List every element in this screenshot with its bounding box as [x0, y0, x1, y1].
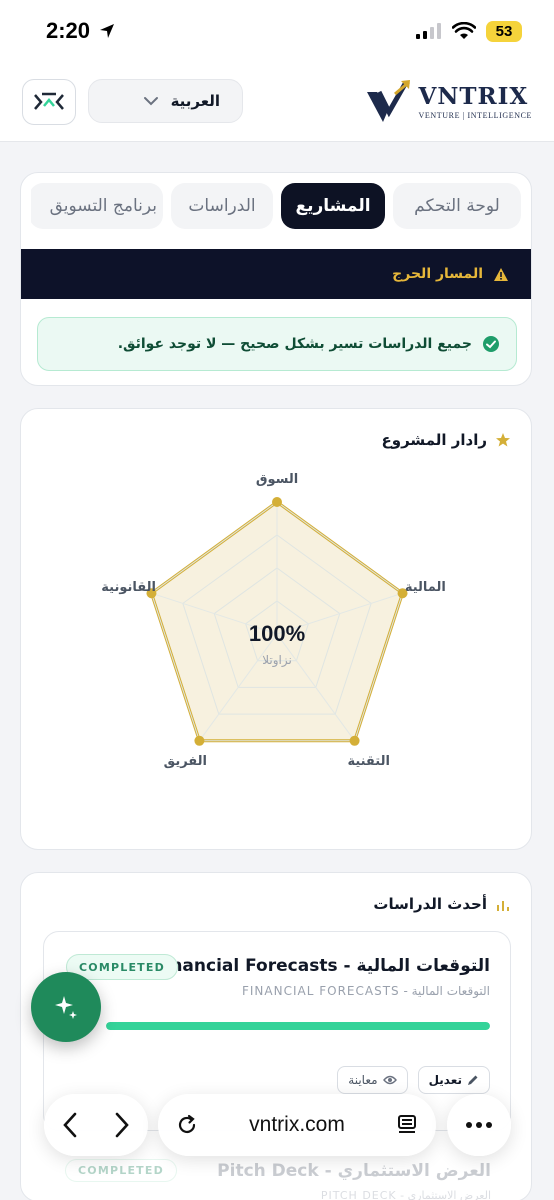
- radar-point: [272, 497, 282, 507]
- status-icons: 53: [416, 20, 522, 42]
- battery-indicator: 53: [486, 20, 522, 42]
- tab-marketing-program[interactable]: برنامج التسويق: [31, 183, 163, 229]
- project-radar-card: رادار المشروع السوق المالية التقنية الفريق ا…: [20, 408, 532, 850]
- wifi-icon: [452, 22, 476, 39]
- study-subtitle: التوقعات المالية - FINANCIAL FORECASTS: [241, 984, 490, 998]
- critical-path-title: المسار الحرج: [392, 266, 483, 282]
- sparkle-icon: [55, 996, 77, 1019]
- ai-assistant-button[interactable]: [31, 972, 101, 1042]
- brand-logo[interactable]: VNTRIX VENTURE | INTELLIGENCE: [365, 78, 532, 126]
- radar-axis-label: المالية: [405, 580, 446, 595]
- back-icon[interactable]: [62, 1112, 78, 1138]
- check-circle-icon: [483, 336, 499, 352]
- study-title: العرض الاستثماري - Pitch Deck: [217, 1161, 491, 1181]
- status-bar: 2:20 53: [0, 0, 554, 62]
- location-arrow-icon: [100, 24, 115, 38]
- radar-center-label: نزاوتلا: [262, 653, 292, 668]
- reload-icon[interactable]: [176, 1114, 198, 1136]
- reader-mode-icon[interactable]: [396, 1114, 418, 1136]
- radar-axis-label: الفريق: [164, 754, 207, 769]
- radar-axis-label: السوق: [256, 472, 298, 487]
- main-tabs: لوحة التحكم المشاريع الدراسات برنامج الت…: [31, 183, 521, 233]
- tab-dashboard[interactable]: لوحة التحكم: [393, 183, 521, 229]
- preview-label: معاينة: [348, 1073, 378, 1087]
- critical-path-header: المسار الحرج: [21, 249, 531, 299]
- browser-more-button[interactable]: [447, 1094, 511, 1156]
- projects-overview-card: لوحة التحكم المشاريع الدراسات برنامج الت…: [20, 172, 532, 386]
- app-header: العربية VNTRIX VENTURE | INTELLIGENCE: [0, 62, 554, 142]
- time-text: 2:20: [46, 18, 91, 43]
- radar-point: [194, 735, 205, 746]
- radar-center-value: 100%: [249, 621, 305, 646]
- study-progress-fill: [106, 1022, 490, 1030]
- pencil-icon: [468, 1075, 478, 1085]
- preview-button[interactable]: معاينة: [337, 1066, 408, 1094]
- tab-studies[interactable]: الدراسات: [171, 183, 273, 229]
- status-time: 2:20: [46, 18, 116, 44]
- study-actions: تعديل معاينة: [337, 1066, 490, 1094]
- edit-label: تعديل: [428, 1073, 462, 1087]
- studies-title: أحدث الدراسات: [373, 895, 487, 913]
- critical-path-status: جميع الدراسات تسير بشكل صحيح — لا توجد ع…: [37, 317, 517, 371]
- bar-chart-icon: [497, 901, 509, 911]
- warning-icon: [494, 267, 508, 281]
- app-menu-icon: [34, 92, 64, 110]
- study-title: التوقعات المالية - Financial Forecasts: [152, 956, 490, 976]
- logo-wordmark: VNTRIX: [418, 83, 529, 110]
- tab-projects[interactable]: المشاريع: [281, 183, 385, 229]
- edit-button[interactable]: تعديل: [417, 1066, 490, 1094]
- study-subtitle: العرض الاستثماري - PITCH DECK: [320, 1189, 491, 1200]
- browser-address-bar[interactable]: vntrix.com: [158, 1094, 436, 1156]
- language-label: العربية: [170, 92, 220, 110]
- chevron-down-icon: [144, 97, 158, 106]
- status-badge: COMPLETED: [65, 1159, 177, 1182]
- radar-point: [349, 735, 360, 746]
- cellular-signal-icon: [416, 23, 441, 39]
- browser-nav-controls: [44, 1094, 148, 1156]
- logo-tagline: VENTURE | INTELLIGENCE: [418, 111, 532, 120]
- critical-path-message: جميع الدراسات تسير بشكل صحيح — لا توجد ع…: [117, 336, 472, 352]
- eye-icon: [382, 1075, 397, 1085]
- url-text: vntrix.com: [249, 1113, 345, 1136]
- menu-button[interactable]: [22, 78, 76, 125]
- language-select[interactable]: العربية: [88, 79, 243, 123]
- study-progress-bar: [106, 1022, 490, 1030]
- radar-axis-label: القانونية: [101, 580, 156, 595]
- radar-chart: السوقالماليةالتقنيةالفريقالقانونية 100% …: [101, 472, 446, 769]
- radar-axis-label: التقنية: [347, 754, 390, 769]
- logo-mark-icon: [366, 79, 410, 122]
- forward-icon[interactable]: [114, 1112, 130, 1138]
- more-icon: [466, 1122, 492, 1128]
- studies-section-title: أحدث الدراسات: [373, 895, 511, 913]
